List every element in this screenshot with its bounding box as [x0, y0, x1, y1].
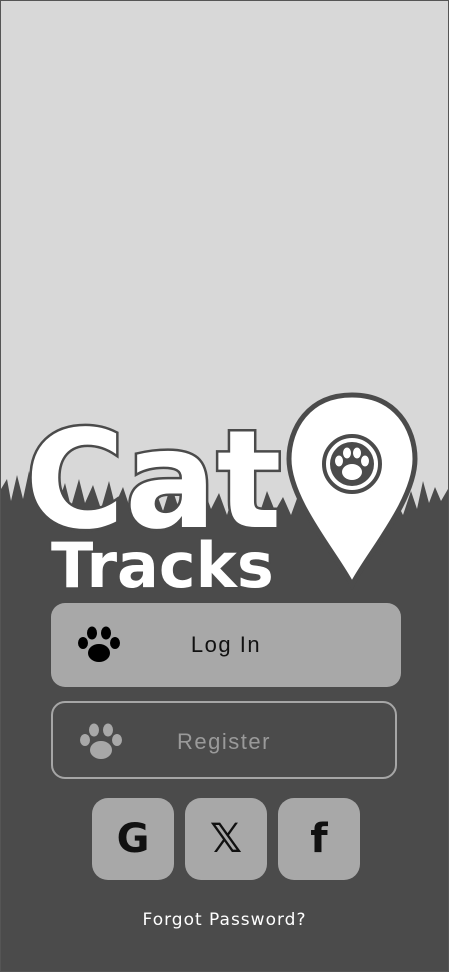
x-icon: 𝕏 [209, 816, 243, 862]
register-button-label: Register [177, 729, 271, 754]
login-button[interactable]: Log In [51, 603, 401, 687]
forgot-password-link[interactable]: Forgot Password? [1, 910, 448, 930]
x-login-button[interactable]: 𝕏 [185, 798, 267, 880]
logo-title-tracks: Tracks [51, 529, 274, 594]
login-button-label: Log In [190, 632, 262, 657]
map-pin-paw-icon [286, 392, 418, 591]
cat-tracks-logo: Cat Tracks [23, 392, 418, 594]
google-login-button[interactable]: G [92, 798, 174, 880]
google-icon: G [116, 816, 150, 862]
facebook-icon: f [310, 816, 328, 862]
login-screen: Cat Tracks Log In Register G 𝕏 f Forgot … [0, 0, 449, 972]
register-button[interactable]: Register [51, 701, 397, 779]
facebook-login-button[interactable]: f [278, 798, 360, 880]
